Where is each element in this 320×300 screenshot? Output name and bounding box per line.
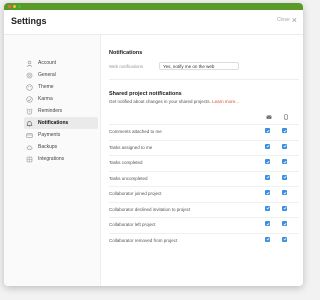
- table-row: Collaborator removed from project: [109, 232, 299, 247]
- settings-header: Settings Close ×: [4, 10, 303, 35]
- sidebar-item-label: Account: [38, 60, 57, 66]
- zoom-window-dot[interactable]: [18, 5, 21, 8]
- sidebar-item-payments[interactable]: Payments: [26, 129, 96, 141]
- web-notifications-select[interactable]: Yes, notify me on the web: [159, 62, 239, 70]
- row-label: Comments attached to me: [109, 129, 162, 134]
- shared-notifications-subtitle: Get notified about changes in your share…: [109, 99, 239, 104]
- sidebar-item-reminders[interactable]: Reminders: [26, 105, 96, 117]
- push-checkbox[interactable]: [282, 190, 287, 195]
- close-button[interactable]: Close ×: [276, 15, 297, 25]
- bell-icon: [26, 120, 33, 127]
- web-notifications-value: Yes, notify me on the web: [163, 63, 215, 69]
- push-checkbox[interactable]: [282, 174, 287, 180]
- palette-icon: [26, 83, 33, 91]
- user-icon: [26, 60, 33, 67]
- email-checkbox[interactable]: [265, 221, 270, 226]
- karma-icon: [26, 95, 33, 103]
- alarm-clock-icon: [26, 107, 33, 115]
- close-icon: ×: [291, 15, 297, 25]
- close-window-dot[interactable]: [8, 5, 11, 8]
- minimize-window-dot[interactable]: [13, 5, 16, 8]
- section-divider: [109, 79, 299, 80]
- table-row: Collaborator joined project: [109, 186, 299, 200]
- sidebar-item-label: Integrations: [38, 156, 65, 162]
- sidebar-item-label: Notifications: [38, 120, 69, 126]
- push-checkbox[interactable]: [282, 128, 287, 133]
- sidebar-item-notifications[interactable]: Notifications: [24, 117, 98, 129]
- email-icon: [265, 113, 272, 120]
- email-checkbox[interactable]: [265, 128, 270, 133]
- settings-sidebar: Account General Theme Karma Reminders No…: [4, 35, 101, 286]
- email-checkbox[interactable]: [265, 159, 270, 164]
- credit-card-icon: [26, 132, 33, 139]
- settings-window: Settings Close × Account General Theme K…: [4, 3, 303, 286]
- push-checkbox[interactable]: [282, 143, 287, 149]
- table-row: Comments attached to me: [109, 124, 299, 138]
- table-row: Collaborator declined invitation to proj…: [109, 201, 299, 216]
- sidebar-item-label: Theme: [38, 84, 54, 90]
- gear-icon: [26, 72, 33, 79]
- learn-more-link[interactable]: Learn more...: [212, 99, 239, 104]
- row-label: Tasks assigned to me: [109, 144, 153, 150]
- row-label: Collaborator declined invitation to proj…: [109, 206, 191, 212]
- sidebar-item-theme[interactable]: Theme: [26, 81, 96, 93]
- sidebar-item-backups[interactable]: Backups: [26, 141, 96, 153]
- sidebar-item-label: Karma: [38, 96, 53, 102]
- table-row: Tasks assigned to me: [109, 139, 299, 154]
- email-checkbox[interactable]: [265, 205, 270, 211]
- mobile-icon: [282, 113, 289, 120]
- push-checkbox[interactable]: [282, 159, 287, 164]
- cloud-icon: [26, 144, 33, 151]
- row-label: Collaborator removed from project: [109, 237, 178, 243]
- table-row: Tasks completed: [109, 155, 299, 169]
- subtitle-text: Get notified about changes in your share…: [109, 99, 211, 104]
- table-row: Collaborator left project: [109, 217, 299, 231]
- push-checkbox[interactable]: [282, 221, 287, 226]
- email-checkbox[interactable]: [265, 190, 270, 195]
- row-label: Collaborator left project: [109, 222, 156, 227]
- email-checkbox[interactable]: [265, 236, 270, 242]
- table-row: Tasks uncompleted: [109, 170, 299, 185]
- push-checkbox[interactable]: [282, 205, 287, 211]
- sidebar-item-label: General: [38, 72, 56, 78]
- sidebar-item-integrations[interactable]: Integrations: [26, 153, 96, 165]
- sidebar-item-label: Backups: [38, 144, 58, 150]
- sidebar-item-karma[interactable]: Karma: [26, 93, 96, 105]
- web-notifications-label: Web notifications: [109, 64, 144, 69]
- sidebar-item-label: Payments: [38, 132, 61, 138]
- sidebar-item-general[interactable]: General: [26, 69, 96, 81]
- sidebar-item-label: Reminders: [38, 108, 63, 114]
- row-label: Tasks uncompleted: [109, 175, 148, 181]
- row-label: Tasks completed: [109, 160, 143, 165]
- page-title: Settings: [11, 16, 47, 26]
- close-label: Close: [276, 17, 290, 23]
- push-checkbox[interactable]: [282, 236, 287, 242]
- notifications-title: Notifications: [109, 50, 143, 56]
- notifications-panel: Notifications Web notifications Yes, not…: [101, 35, 303, 286]
- shared-notifications-title: Shared project notifications: [109, 91, 182, 97]
- sidebar-item-account[interactable]: Account: [26, 57, 96, 69]
- puzzle-icon: [26, 156, 33, 163]
- email-checkbox[interactable]: [265, 143, 270, 149]
- email-checkbox[interactable]: [265, 174, 270, 180]
- titlebar: [4, 3, 303, 10]
- row-label: Collaborator joined project: [109, 191, 162, 196]
